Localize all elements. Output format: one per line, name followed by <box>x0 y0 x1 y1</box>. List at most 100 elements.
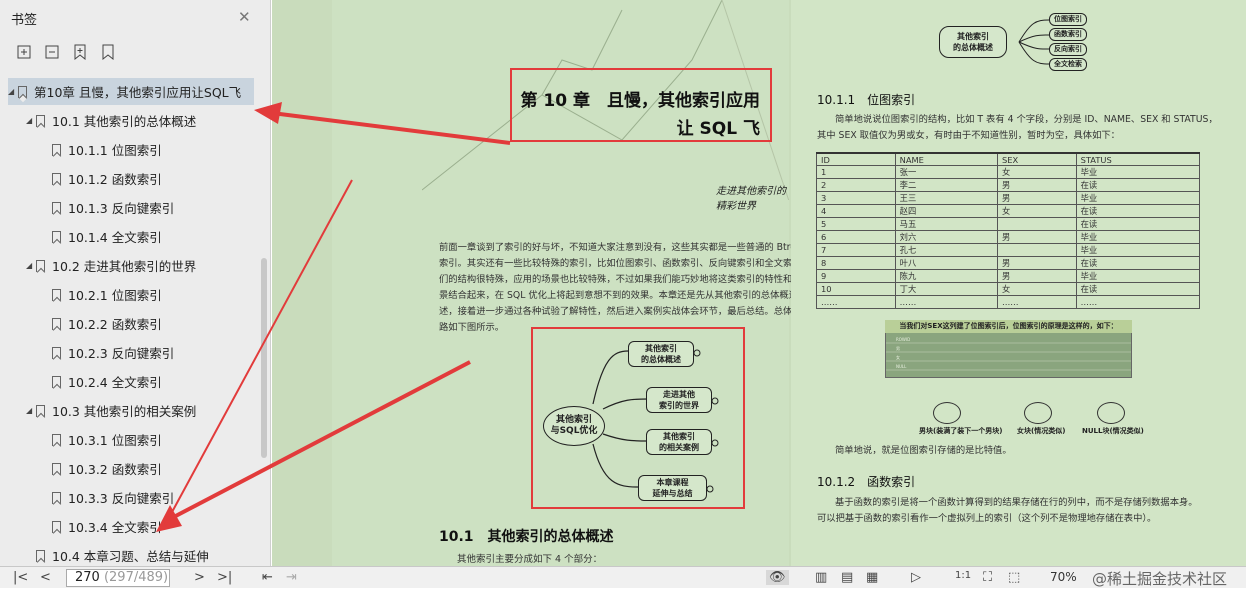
bookmark-icon <box>36 259 45 272</box>
data-table: ID NAME SEX STATUS 1 张一女毕业 2 李二男在读 3 王三男毕业 4 赵四女在读… <box>816 152 1201 310</box>
collapse-arrow-icon[interactable]: ◢ <box>8 87 18 96</box>
tree-item[interactable]: 10.1.3 反向键索引 <box>52 194 174 221</box>
table-cell: 叶八 <box>894 256 998 271</box>
table-row: 3 王三男毕业 <box>816 191 1201 206</box>
back-icon[interactable]: ⇤ <box>262 570 273 585</box>
bookmark-icon <box>52 375 61 388</box>
table-cell: …… <box>996 295 1077 310</box>
section-heading: 10.1 其他索引的总体概述 <box>439 529 614 545</box>
right-page: 其他索引 的总体概述 位图索引 函数索引 反向索引 全文检索 10.1.1 位图索… <box>791 0 1246 566</box>
last-page-icon[interactable]: >| <box>217 570 232 585</box>
bookmark-icon[interactable] <box>100 44 116 60</box>
tree-item[interactable]: 10.1.1 位图索引 <box>52 136 162 163</box>
svg-text:ROWID: ROWID <box>896 337 910 342</box>
tree-item[interactable]: 10.2.1 位图索引 <box>52 281 162 308</box>
table-cell: 9 <box>816 269 896 284</box>
tree-item[interactable]: 10.1.2 函数索引 <box>52 165 162 192</box>
play-icon[interactable]: ▷ <box>911 570 921 585</box>
bookmark-sidebar: 书签 ✕ ◢ 第10章 且慢，其他索引应用让SQL飞 ◢ 10.1 其他索引的总体概… <box>0 0 271 566</box>
tree-item[interactable]: 10.4 本章习题、总结与延伸 <box>36 542 209 569</box>
actual-size-icon[interactable]: 1:1 <box>955 570 971 581</box>
table-cell: 女 <box>996 282 1077 297</box>
fit-page-icon[interactable]: ⛶ <box>983 570 992 585</box>
table-row: 9 陈九男毕业 <box>816 269 1201 284</box>
table-row: 4 赵四女在读 <box>816 204 1201 219</box>
table-cell: …… <box>816 295 896 310</box>
tree-item[interactable]: 10.1.4 全文索引 <box>52 223 162 250</box>
bookmark-icon <box>36 549 45 562</box>
tree-item[interactable]: 10.3.3 反向键索引 <box>52 484 174 511</box>
null-block-oval <box>1097 402 1125 424</box>
mind-node: 其他索引 的总体概述 <box>628 341 694 367</box>
mini-mind-center: 其他索引 的总体概述 <box>939 26 1007 58</box>
mini-mind-node: 反向索引 <box>1049 43 1087 56</box>
forward-icon[interactable]: ⇥ <box>286 570 297 585</box>
tree-item[interactable]: 10.3.4 全文索引 <box>52 513 162 540</box>
tree-item[interactable]: 10.2.4 全文索引 <box>52 368 162 395</box>
first-page-icon[interactable]: |< <box>13 570 28 585</box>
expand-all-icon[interactable] <box>16 44 32 60</box>
collapse-arrow-icon[interactable]: ◢ <box>26 116 36 125</box>
tree-item[interactable]: ◢ 第10章 且慢，其他索引应用让SQL飞 <box>8 78 254 105</box>
table-cell: 丁大 <box>894 282 998 297</box>
table-cell: 毕业 <box>1075 191 1201 206</box>
collapse-all-icon[interactable] <box>44 44 60 60</box>
bookmark-icon <box>52 433 61 446</box>
svg-text:NULL: NULL <box>896 364 907 369</box>
svg-text:女: 女 <box>896 354 900 360</box>
mini-mind-node: 位图索引 <box>1049 13 1087 26</box>
bookmark-icon <box>52 288 61 301</box>
close-icon[interactable]: ✕ <box>238 8 251 26</box>
table-header-row: ID NAME SEX STATUS <box>816 152 1201 167</box>
table-cell: 7 <box>816 243 896 258</box>
body-text: 可以把基于函数的索引看作一个虚拟列上的索引（这个列不是物理地存储在表中）。 <box>817 513 1157 524</box>
page-number-input[interactable]: 270 (297/489) <box>66 569 170 587</box>
eye-icon[interactable]: 👁 <box>766 570 789 585</box>
bookmark-icon <box>52 172 61 185</box>
table-cell: 4 <box>816 204 896 219</box>
table-cell: 赵四 <box>894 204 998 219</box>
table-cell: 女 <box>996 165 1077 180</box>
tree-item[interactable]: ◢ 10.1 其他索引的总体概述 <box>26 107 196 134</box>
sidebar-scrollbar[interactable] <box>261 258 267 458</box>
intro-line: 景结合起来，在 SQL 优化上将起到意想不到的效果。本章还是先从其他索引的总体概… <box>439 290 826 301</box>
bookmark-icon <box>18 85 27 98</box>
tree-item[interactable]: 10.2.2 函数索引 <box>52 310 162 337</box>
collapse-arrow-icon[interactable]: ◢ <box>26 261 36 270</box>
tree-item[interactable]: 10.3.2 函数索引 <box>52 455 162 482</box>
tree-item[interactable]: 10.3.1 位图索引 <box>52 426 162 453</box>
table-cell: 毕业 <box>1075 269 1201 284</box>
add-bookmark-icon[interactable] <box>72 44 88 60</box>
table-cell <box>996 243 1077 258</box>
next-page-icon[interactable]: > <box>194 570 205 585</box>
body-text: 简单地说，就是位图索引存储的是比特值。 <box>835 445 1012 456</box>
previous-page-icon[interactable]: < <box>40 570 51 585</box>
table-cell: 在读 <box>1075 178 1201 193</box>
status-toolbar: |< < 270 (297/489) > >| ⇤ ⇥ 👁 ▥ ▤ ▦ ▷ 1:… <box>0 566 1246 588</box>
section-heading: 10.1.2 函数索引 <box>817 475 916 489</box>
tree-item[interactable]: 10.2.3 反向键索引 <box>52 339 174 366</box>
table-cell: …… <box>894 295 998 310</box>
table-cell: 在读 <box>1075 256 1201 271</box>
double-page-icon[interactable]: ▦ <box>866 570 878 585</box>
fit-width-icon[interactable]: ⬚ <box>1008 570 1020 585</box>
collapse-arrow-icon[interactable]: ◢ <box>26 406 36 415</box>
oval-label: NULL块(情况类似) <box>1082 427 1144 435</box>
zoom-level[interactable]: 70% <box>1050 570 1077 584</box>
bookmark-icon <box>52 317 61 330</box>
table-cell: 在读 <box>1075 282 1201 297</box>
bitmap-caption: 当我们对SEX这列建了位图索引后，位图索引的原理是这样的，如下： <box>885 320 1132 333</box>
continuous-page-icon[interactable]: ▤ <box>841 570 853 585</box>
chapter-title-highlight: 第 10 章 且慢，其他索引应用 让 SQL 飞 <box>510 68 772 142</box>
female-block-oval <box>1024 402 1052 424</box>
table-row: 10 丁大女在读 <box>816 282 1201 297</box>
oval-label: 女块(情况类似) <box>1017 427 1066 435</box>
table-cell: 女 <box>996 204 1077 219</box>
document-view[interactable]: 走进其他索引的精彩世界 前面一章谈到了索引的好与坏，不知道大家注意到没有，这些其… <box>272 0 1246 566</box>
tree-item[interactable]: ◢ 10.3 其他索引的相关案例 <box>26 397 196 424</box>
table-cell: 在读 <box>1075 217 1201 232</box>
table-cell: 李二 <box>894 178 998 193</box>
body-text: 基于函数的索引是将一个函数计算得到的结果存储在行的列中，而不是存储列数据本身。 <box>835 497 1198 508</box>
tree-item[interactable]: ◢ 10.2 走进其他索引的世界 <box>26 252 196 279</box>
single-page-icon[interactable]: ▥ <box>815 570 827 585</box>
